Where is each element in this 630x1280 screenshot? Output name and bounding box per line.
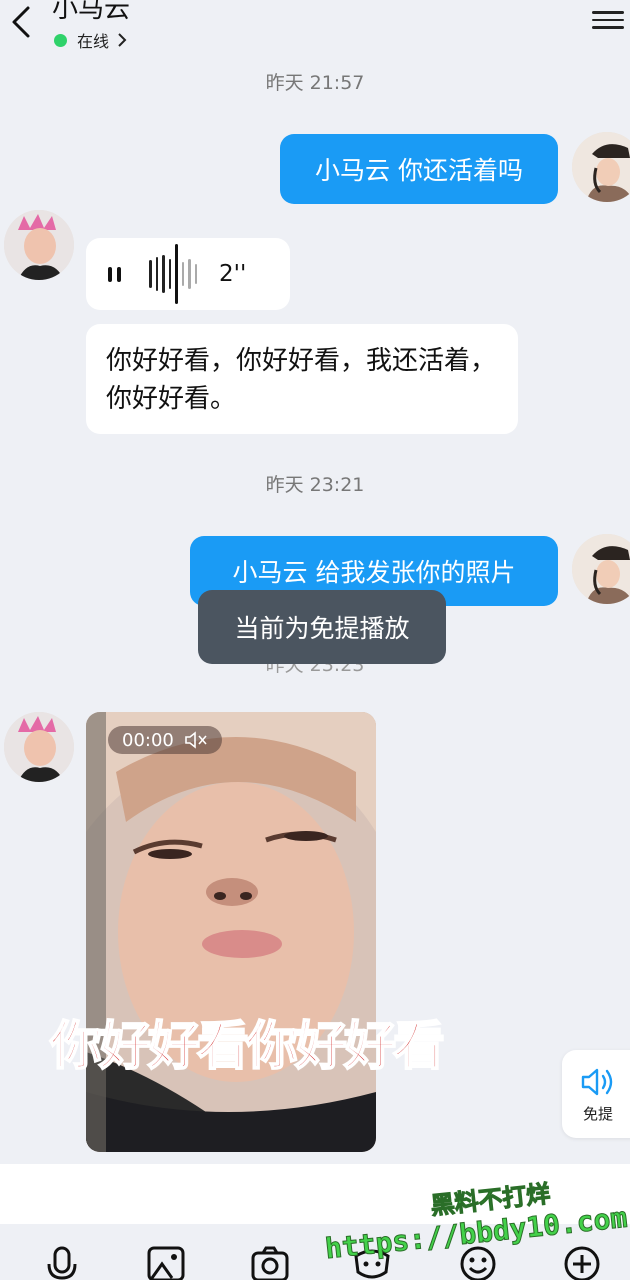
contact-name[interactable]: 小马云	[52, 0, 130, 26]
transcript-bubble[interactable]: 你好好看，你好好看，我还活着，你好好看。	[86, 324, 518, 434]
image-icon[interactable]	[146, 1244, 186, 1280]
menu-line	[592, 11, 624, 14]
video-frame-image	[86, 712, 376, 1152]
muted-icon[interactable]	[184, 730, 208, 750]
camera-icon[interactable]	[250, 1244, 290, 1280]
my-avatar[interactable]	[572, 534, 630, 604]
online-status[interactable]: 在线	[54, 28, 127, 52]
my-avatar[interactable]	[572, 132, 630, 202]
menu-button[interactable]	[592, 6, 624, 34]
video-message[interactable]: 00:00	[86, 712, 376, 1152]
back-button[interactable]	[4, 2, 40, 42]
contact-avatar[interactable]	[4, 210, 74, 280]
menu-line	[592, 26, 624, 29]
speaker-mode-toast: 当前为免提播放	[198, 590, 446, 664]
online-dot-icon	[54, 33, 67, 47]
waveform-icon	[149, 244, 197, 304]
input-toolbar	[0, 1244, 630, 1280]
chevron-left-icon	[12, 6, 30, 38]
avatar-image	[572, 132, 630, 202]
chevron-right-icon	[118, 33, 127, 47]
microphone-icon[interactable]	[42, 1244, 82, 1280]
my-message-bubble[interactable]: 小马云 你还活着吗	[280, 134, 558, 204]
voice-duration: 2''	[219, 261, 247, 287]
speaker-icon	[581, 1068, 613, 1095]
plus-icon[interactable]	[562, 1244, 602, 1280]
avatar-image	[4, 210, 74, 280]
timestamp: 昨天 23:21	[265, 474, 365, 496]
voice-message-bubble[interactable]: 2''	[86, 238, 290, 310]
speaker-toggle-button[interactable]: 免提	[562, 1050, 630, 1138]
video-time: 00:00	[122, 729, 174, 751]
avatar-image	[572, 534, 630, 604]
video-caption: 你好好看你好好看	[49, 1015, 446, 1078]
avatar-image	[4, 712, 74, 782]
pause-icon[interactable]	[108, 266, 121, 282]
menu-line	[592, 18, 624, 21]
status-label: 在线	[77, 32, 110, 51]
timestamp: 昨天 21:57	[265, 72, 365, 94]
chat-header: 小马云 在线	[0, 0, 630, 58]
video-time-badge: 00:00	[108, 726, 222, 754]
speaker-label: 免提	[582, 1104, 613, 1123]
contact-avatar[interactable]	[4, 712, 74, 782]
